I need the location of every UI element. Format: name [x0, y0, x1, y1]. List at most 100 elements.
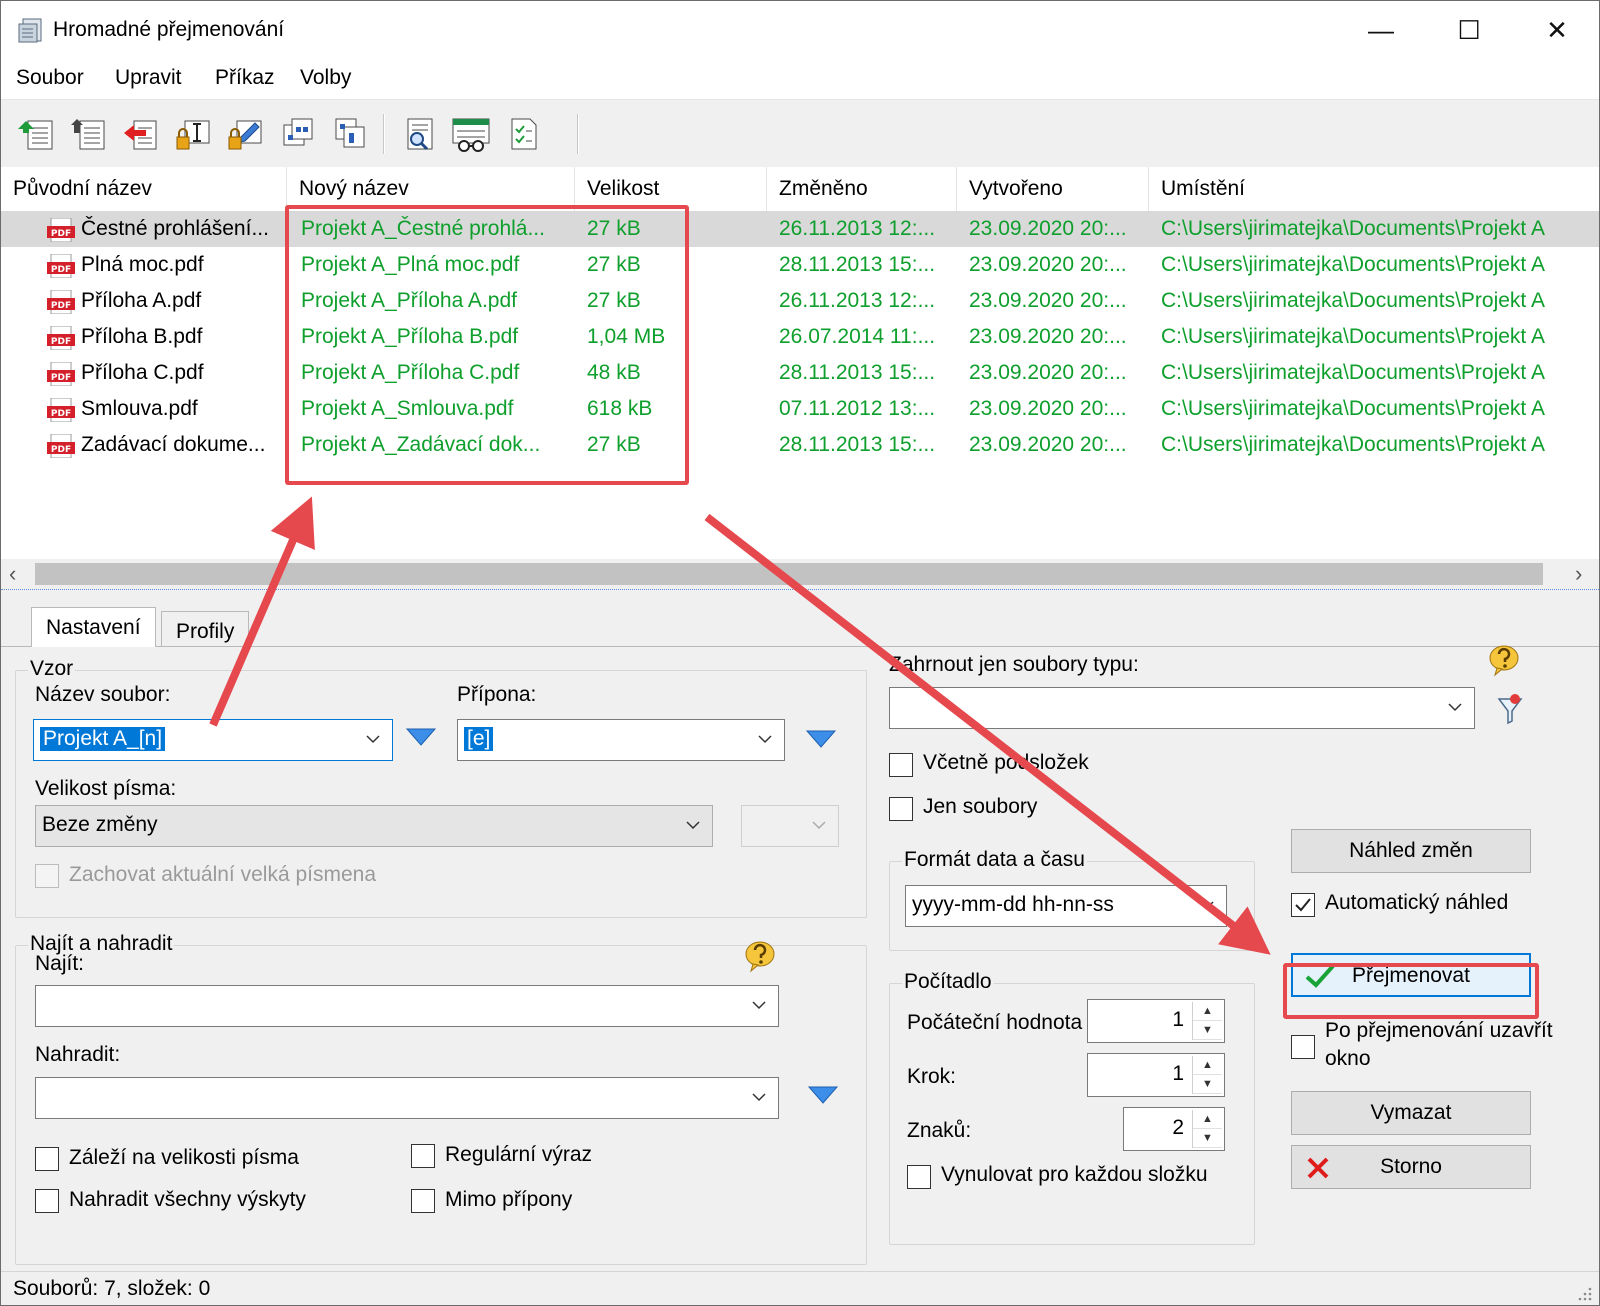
menu-soubor[interactable]: Soubor: [16, 66, 84, 90]
cell-created: 23.09.2020 20:...: [969, 289, 1127, 312]
move-up-icon[interactable]: [275, 112, 319, 156]
menu-volby[interactable]: Volby: [300, 66, 351, 90]
file-row[interactable]: PDF Plná moc.pdf Projekt A_Plná moc.pdf 27 …: [1, 247, 1599, 283]
file-row[interactable]: PDF Příloha A.pdf Projekt A_Příloha A.pdf 2…: [1, 283, 1599, 319]
column-original-name[interactable]: Původní název: [1, 167, 287, 211]
scroll-right-icon[interactable]: ›: [1575, 561, 1582, 587]
bulk-rename-window: Hromadné přejmenování — ☐ ✕ Soubor Uprav…: [0, 0, 1600, 1306]
pdf-file-icon: PDF: [47, 398, 75, 422]
cell-path: C:\Users\jirimatejka\Documents\Projekt A: [1161, 289, 1545, 312]
filter-combo[interactable]: [889, 687, 1475, 729]
column-size[interactable]: Velikost: [575, 167, 767, 211]
scrollbar-thumb[interactable]: [35, 563, 1543, 585]
add-folder-icon[interactable]: [67, 112, 111, 156]
case-extension-combo[interactable]: [741, 805, 839, 847]
counter-start-spinner[interactable]: 1 ▲ ▼: [1087, 999, 1225, 1043]
rename-lock-icon[interactable]: [171, 112, 215, 156]
replace-all-checkbox[interactable]: [35, 1189, 59, 1213]
clear-button[interactable]: Vymazat: [1291, 1091, 1531, 1135]
file-row[interactable]: PDF Příloha C.pdf Projekt A_Příloha C.pdf 4…: [1, 355, 1599, 391]
file-row[interactable]: PDF Zadávací dokume... Projekt A_Zadávací …: [1, 427, 1599, 463]
remove-icon[interactable]: [119, 112, 163, 156]
help-icon[interactable]: [1487, 643, 1521, 677]
pattern-insert-menu-icon[interactable]: [403, 723, 439, 753]
spin-down-icon[interactable]: ▼: [1193, 1021, 1222, 1040]
filename-pattern-combo[interactable]: Projekt A_[n]: [33, 719, 393, 761]
close-after-rename-label: Po přejmenování uzavřít okno: [1325, 1019, 1553, 1070]
filter-label: Zahrnout jen soubory typu:: [889, 653, 1139, 676]
move-down-icon[interactable]: [327, 112, 371, 156]
spinner-arrows[interactable]: ▲ ▼: [1192, 1056, 1222, 1094]
resize-grip-icon[interactable]: [1575, 1284, 1593, 1302]
svg-text:PDF: PDF: [51, 229, 71, 239]
cell-modified: 26.11.2013 12:...: [779, 217, 936, 240]
replace-input[interactable]: [35, 1077, 779, 1119]
replace-insert-menu-icon[interactable]: [805, 1081, 841, 1111]
regex-checkbox[interactable]: [411, 1144, 435, 1168]
menu-prikaz[interactable]: Příkaz: [215, 66, 275, 90]
column-location[interactable]: Umístění: [1149, 167, 1599, 211]
help-icon[interactable]: [743, 939, 777, 973]
cell-size: 27 kB: [587, 217, 641, 240]
add-files-icon[interactable]: [15, 112, 59, 156]
include-subfolders-checkbox[interactable]: [889, 753, 913, 777]
file-row[interactable]: PDF Čestné prohlášení... Projekt A_Čestné …: [1, 211, 1599, 247]
cell-path: C:\Users\jirimatejka\Documents\Projekt A: [1161, 253, 1545, 276]
close-button[interactable]: ✕: [1513, 1, 1599, 59]
skip-extension-checkbox[interactable]: [411, 1189, 435, 1213]
keep-uppercase-checkbox[interactable]: [35, 864, 59, 888]
chevron-down-icon: [812, 821, 826, 830]
menu-upravit[interactable]: Upravit: [115, 66, 182, 90]
case-combo[interactable]: Beze změny: [35, 805, 713, 847]
tab-profily[interactable]: Profily: [161, 611, 250, 647]
cell-size: 48 kB: [587, 361, 641, 384]
cell-orig: Příloha C.pdf: [81, 361, 204, 384]
spin-down-icon[interactable]: ▼: [1193, 1129, 1222, 1148]
checklist-icon[interactable]: [501, 112, 545, 156]
spinner-arrows[interactable]: ▲ ▼: [1192, 1002, 1222, 1040]
extension-insert-menu-icon[interactable]: [803, 725, 839, 755]
spinner-arrows[interactable]: ▲ ▼: [1192, 1110, 1222, 1148]
match-case-checkbox[interactable]: [35, 1147, 59, 1171]
scroll-left-icon[interactable]: ‹: [9, 561, 16, 587]
counter-digits-spinner[interactable]: 2 ▲ ▼: [1123, 1107, 1225, 1151]
files-only-checkbox[interactable]: [889, 797, 913, 821]
cell-created: 23.09.2020 20:...: [969, 325, 1127, 348]
spin-up-icon[interactable]: ▲: [1193, 1110, 1222, 1129]
column-new-name[interactable]: Nový název: [287, 167, 575, 211]
filter-funnel-icon[interactable]: [1495, 691, 1525, 727]
tab-nastaveni[interactable]: Nastavení: [31, 607, 156, 647]
column-created[interactable]: Vytvořeno: [957, 167, 1149, 211]
minimize-button[interactable]: —: [1337, 1, 1425, 59]
rename-button[interactable]: Přejmenovat: [1291, 953, 1531, 997]
cancel-button[interactable]: Storno: [1291, 1145, 1531, 1189]
horizontal-scrollbar[interactable]: ‹ ›: [1, 559, 1599, 589]
replace-label: Nahradit:: [35, 1043, 121, 1066]
datetime-format-combo[interactable]: yyyy-mm-dd hh-nn-ss: [905, 885, 1227, 927]
chevron-down-icon: [366, 735, 380, 744]
file-row[interactable]: PDF Smlouva.pdf Projekt A_Smlouva.pdf 618 k…: [1, 391, 1599, 427]
panel-splitter[interactable]: [1, 589, 1599, 603]
settings-icon[interactable]: [449, 112, 493, 156]
skip-extension-label: Mimo přípony: [445, 1188, 573, 1211]
preview-changes-button[interactable]: Náhled změn: [1291, 829, 1531, 873]
find-input[interactable]: [35, 985, 779, 1027]
column-modified[interactable]: Změněno: [767, 167, 957, 211]
spin-up-icon[interactable]: ▲: [1193, 1056, 1222, 1075]
auto-preview-checkbox[interactable]: [1291, 893, 1315, 917]
maximize-button[interactable]: ☐: [1425, 1, 1513, 59]
counter-step-label: Krok:: [907, 1065, 957, 1088]
extension-pattern-combo[interactable]: [e]: [457, 719, 785, 761]
cell-path: C:\Users\jirimatejka\Documents\Projekt A: [1161, 217, 1545, 240]
edit-lock-icon[interactable]: [223, 112, 267, 156]
preview-icon[interactable]: [397, 112, 441, 156]
reset-per-folder-checkbox[interactable]: [907, 1165, 931, 1189]
cell-created: 23.09.2020 20:...: [969, 253, 1127, 276]
file-row[interactable]: PDF Příloha B.pdf Projekt A_Příloha B.pdf 1…: [1, 319, 1599, 355]
counter-step-spinner[interactable]: 1 ▲ ▼: [1087, 1053, 1225, 1097]
spin-down-icon[interactable]: ▼: [1193, 1075, 1222, 1094]
close-after-rename-checkbox[interactable]: [1291, 1035, 1315, 1059]
cell-new: Projekt A_Příloha A.pdf: [301, 289, 517, 312]
spin-up-icon[interactable]: ▲: [1193, 1002, 1222, 1021]
case-label: Velikost písma:: [35, 777, 177, 800]
